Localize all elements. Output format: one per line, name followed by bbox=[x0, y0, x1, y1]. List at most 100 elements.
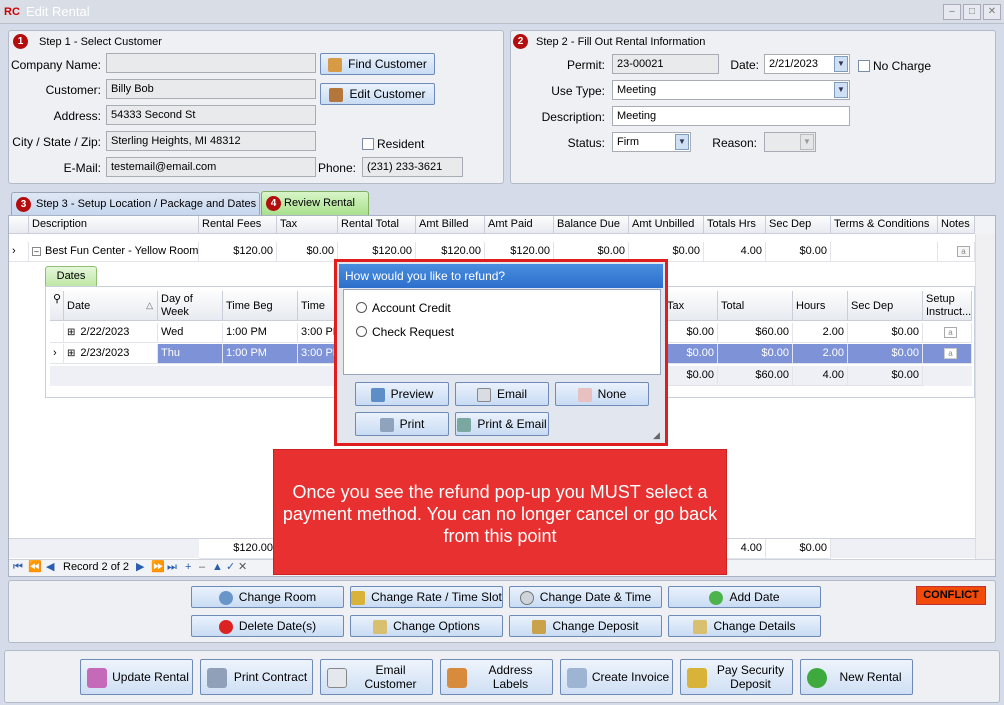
nav-last-icon[interactable]: ⏭ bbox=[167, 560, 177, 575]
nav-edit-icon[interactable]: ▲ bbox=[212, 560, 223, 575]
search-icon[interactable]: ⚲ bbox=[50, 291, 64, 321]
col-dates-total[interactable]: Total bbox=[718, 291, 793, 321]
col-amt-paid[interactable]: Amt Paid bbox=[485, 216, 554, 234]
add-icon bbox=[807, 668, 827, 688]
status-select[interactable]: Firm ▼ bbox=[612, 132, 691, 152]
col-time-beg[interactable]: Time Beg bbox=[223, 291, 298, 321]
date-dropdown-icon[interactable]: ▼ bbox=[834, 56, 848, 72]
expand-icon[interactable]: ⊞ bbox=[67, 348, 75, 359]
address-field[interactable]: 54333 Second St bbox=[106, 105, 316, 125]
address-labels-button[interactable]: Address Labels bbox=[440, 659, 553, 695]
minimize-icon[interactable]: – bbox=[943, 4, 961, 20]
nav-prev-page-icon[interactable]: ⏪ bbox=[28, 560, 42, 575]
find-customer-button[interactable]: Find Customer bbox=[320, 53, 435, 75]
col-tax[interactable]: Tax bbox=[277, 216, 338, 234]
no-charge-checkbox[interactable] bbox=[858, 60, 870, 72]
col-dates-hours[interactable]: Hours bbox=[793, 291, 848, 321]
bottom-toolbar: Update Rental Print Contract Email Custo… bbox=[4, 650, 1000, 703]
add-date-button[interactable]: Add Date bbox=[668, 586, 821, 608]
preview-button[interactable]: Preview bbox=[355, 382, 449, 406]
notes-icon[interactable]: a bbox=[957, 245, 970, 257]
change-rate-button[interactable]: Change Rate / Time Slot bbox=[350, 586, 503, 608]
company-field[interactable] bbox=[106, 53, 316, 73]
title-bar: RC Edit Rental – □ ✕ bbox=[0, 0, 1004, 24]
tab-step3[interactable]: 3 Step 3 - Setup Location / Package and D… bbox=[11, 192, 260, 215]
description-field[interactable]: Meeting bbox=[612, 106, 850, 126]
step1-badge: 1 bbox=[13, 34, 28, 49]
col-date[interactable]: Date △ bbox=[64, 291, 158, 321]
change-deposit-button[interactable]: Change Deposit bbox=[509, 615, 662, 637]
col-description[interactable]: Description bbox=[29, 216, 199, 234]
email-field[interactable]: testemail@email.com bbox=[106, 157, 316, 177]
status-dropdown-icon[interactable]: ▼ bbox=[675, 134, 689, 150]
nav-post-icon[interactable]: ✓ bbox=[226, 560, 235, 575]
pay-security-deposit-button[interactable]: Pay Security Deposit bbox=[680, 659, 793, 695]
nav-prev-icon[interactable]: ◀ bbox=[46, 560, 54, 575]
step1-title: Step 1 - Select Customer bbox=[39, 36, 162, 48]
city-field[interactable]: Sterling Heights, MI 48312 bbox=[106, 131, 316, 151]
coins-icon bbox=[687, 668, 707, 688]
new-rental-button[interactable]: New Rental bbox=[800, 659, 913, 695]
nav-add-icon[interactable]: + bbox=[185, 560, 191, 575]
col-dates-sec-dep[interactable]: Sec Dep bbox=[848, 291, 923, 321]
email-customer-button[interactable]: Email Customer bbox=[320, 659, 433, 695]
email-button[interactable]: Email bbox=[455, 382, 549, 406]
resident-checkbox[interactable] bbox=[362, 138, 374, 150]
col-day-of-week[interactable]: Day of Week bbox=[158, 291, 223, 321]
printer-icon bbox=[207, 668, 227, 688]
reason-select[interactable]: ▼ bbox=[764, 132, 816, 152]
setup-note-icon[interactable]: a bbox=[944, 347, 957, 359]
change-date-time-button[interactable]: Change Date & Time bbox=[509, 586, 662, 608]
close-icon[interactable]: ✕ bbox=[983, 4, 1001, 20]
col-notes[interactable]: Notes bbox=[938, 216, 975, 234]
change-room-button[interactable]: Change Room bbox=[191, 586, 344, 608]
resize-grip-icon[interactable]: ◢ bbox=[653, 430, 660, 441]
maximize-icon[interactable]: □ bbox=[963, 4, 981, 20]
date-label: Date: bbox=[730, 58, 759, 72]
col-amt-unbilled[interactable]: Amt Unbilled bbox=[629, 216, 704, 234]
col-amt-billed[interactable]: Amt Billed bbox=[416, 216, 485, 234]
change-options-button[interactable]: Change Options bbox=[350, 615, 503, 637]
update-rental-button[interactable]: Update Rental bbox=[80, 659, 193, 695]
col-rental-fees[interactable]: Rental Fees bbox=[199, 216, 277, 234]
none-button[interactable]: None bbox=[555, 382, 649, 406]
customer-field[interactable]: Billy Bob bbox=[106, 79, 316, 99]
collapse-icon[interactable]: – bbox=[32, 247, 41, 256]
change-details-button[interactable]: Change Details bbox=[668, 615, 821, 637]
delete-dates-button[interactable]: Delete Date(s) bbox=[191, 615, 344, 637]
expand-icon[interactable]: ⊞ bbox=[67, 327, 75, 338]
col-balance-due[interactable]: Balance Due bbox=[554, 216, 629, 234]
print-email-button[interactable]: Print & Email bbox=[455, 412, 549, 436]
col-dates-tax[interactable]: Tax bbox=[664, 291, 718, 321]
nav-cancel-icon[interactable]: ✕ bbox=[238, 560, 247, 575]
print-contract-button[interactable]: Print Contract bbox=[200, 659, 313, 695]
vertical-scrollbar[interactable] bbox=[975, 234, 995, 559]
clock-icon bbox=[519, 590, 534, 605]
col-time-end[interactable]: Time End bbox=[298, 291, 338, 321]
date-field[interactable]: 2/21/2023 ▼ bbox=[764, 54, 850, 74]
tab-review-rental[interactable]: 4 Review Rental bbox=[261, 191, 369, 215]
col-totals-hrs[interactable]: Totals Hrs bbox=[704, 216, 766, 234]
conflict-badge[interactable]: CONFLICT bbox=[916, 586, 986, 605]
nav-delete-icon[interactable]: – bbox=[199, 560, 205, 575]
use-type-dropdown-icon[interactable]: ▼ bbox=[834, 82, 848, 98]
col-rental-total[interactable]: Rental Total bbox=[338, 216, 416, 234]
account-credit-radio[interactable] bbox=[356, 302, 367, 313]
col-sec-dep[interactable]: Sec Dep bbox=[766, 216, 831, 234]
nav-next-page-icon[interactable]: ⏩ bbox=[151, 560, 165, 575]
deposit-icon bbox=[532, 619, 547, 634]
tab-dates[interactable]: Dates bbox=[45, 266, 97, 286]
create-invoice-button[interactable]: Create Invoice bbox=[560, 659, 673, 695]
col-setup-instructions[interactable]: Setup Instruct... bbox=[923, 291, 972, 321]
use-type-select[interactable]: Meeting ▼ bbox=[612, 80, 850, 100]
reason-dropdown-icon[interactable]: ▼ bbox=[800, 134, 814, 150]
permit-field[interactable]: 23-00021 bbox=[612, 54, 719, 74]
nav-first-icon[interactable]: ⏮ bbox=[13, 560, 23, 575]
edit-customer-button[interactable]: Edit Customer bbox=[320, 83, 435, 105]
check-request-radio[interactable] bbox=[356, 326, 367, 337]
col-terms[interactable]: Terms & Conditions bbox=[831, 216, 938, 234]
phone-field[interactable]: (231) 233-3621 bbox=[362, 157, 463, 177]
print-button[interactable]: Print bbox=[355, 412, 449, 436]
setup-note-icon[interactable]: a bbox=[944, 326, 957, 338]
nav-next-icon[interactable]: ▶ bbox=[136, 560, 144, 575]
